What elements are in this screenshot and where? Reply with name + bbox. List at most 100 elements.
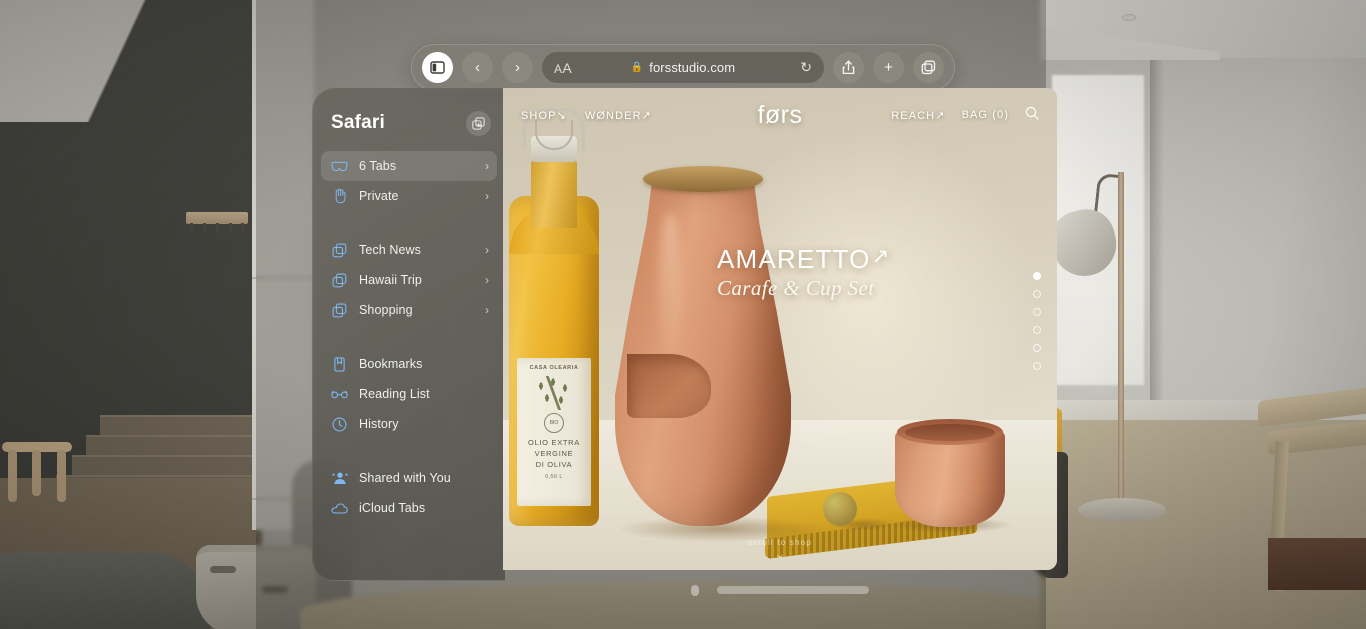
ceiling-downlight	[1122, 14, 1136, 21]
lock-icon: 🔒	[630, 62, 644, 73]
sidebar-item-label: Shopping	[359, 303, 413, 317]
hero-subtitle: Carafe & Cup Set	[717, 276, 875, 300]
wooden-chair	[1258, 385, 1366, 629]
new-tab-group-icon	[472, 116, 485, 130]
forward-chevron-icon: ›	[515, 59, 520, 76]
pagination-dot[interactable]	[1033, 272, 1041, 280]
chevron-right-icon: ›	[485, 243, 489, 257]
nav-link-wonder[interactable]: WØNDER↗	[585, 109, 652, 122]
arrow-down-right-icon: ↘	[556, 109, 567, 122]
pagination-dot[interactable]	[1033, 290, 1041, 298]
hero-title[interactable]: AMARETTO ↗	[717, 244, 890, 275]
chevron-right-icon: ›	[485, 189, 489, 203]
sidebar-header: Safari	[313, 105, 505, 141]
label-line-2: VERGINE	[534, 449, 574, 458]
sidebar-item-hawaii-trip[interactable]: Hawaii Trip ›	[321, 265, 497, 295]
hand-raised-icon	[331, 188, 348, 205]
sidebar-icon	[430, 61, 445, 74]
back-chevron-icon: ‹	[475, 59, 480, 76]
share-button[interactable]	[833, 52, 864, 83]
square-stack-icon	[331, 302, 348, 319]
product-photo: CASA OLEARIA BIO OLIO EXTRA VERGINE DI O…	[503, 88, 1057, 570]
wooden-stool	[2, 442, 72, 504]
web-page-content: CASA OLEARIA BIO OLIO EXTRA VERGINE DI O…	[503, 88, 1057, 570]
sidebar-item-history[interactable]: History	[321, 409, 497, 439]
sidebar-item-tabs[interactable]: 6 Tabs ›	[321, 151, 497, 181]
sidebar-item-shopping[interactable]: Shopping ›	[321, 295, 497, 325]
sidebar-item-label: 6 Tabs	[359, 159, 397, 173]
new-tab-group-button[interactable]	[466, 110, 491, 136]
pagination-dot[interactable]	[1033, 362, 1041, 370]
terracotta-carafe	[615, 166, 825, 542]
sidebar-item-label: Tech News	[359, 243, 422, 257]
address-bar[interactable]: AA 🔒 forsstudio.com ↻	[542, 52, 824, 83]
screen: ‹ › AA 🔒 forsstudio.com ↻ + Safari 6 Tab…	[0, 0, 1366, 629]
url-text: forsstudio.com	[649, 60, 736, 75]
floor-lamp-base	[1078, 498, 1166, 522]
sidebar-item-label: Private	[359, 189, 399, 203]
chevron-right-icon: ›	[485, 159, 489, 173]
tabs-oval-icon	[331, 158, 348, 175]
search-icon[interactable]	[1025, 106, 1039, 124]
sidebar-item-label: Shared with You	[359, 471, 451, 485]
tab-overview-button[interactable]	[913, 52, 944, 83]
sidebar-item-shared-with-you[interactable]: Shared with You	[321, 463, 497, 493]
pagination-dot[interactable]	[1033, 308, 1041, 316]
site-navigation: SHOP↘ WØNDER↗ førs REACH↗ BAG (0)	[503, 88, 1057, 142]
sidebar-item-icloud-tabs[interactable]: iCloud Tabs	[321, 493, 497, 523]
floor-lamp-pole	[1118, 172, 1124, 510]
url-display: 🔒 forsstudio.com	[542, 60, 824, 75]
sidebar-item-private[interactable]: Private ›	[321, 181, 497, 211]
sidebar-divider-1	[313, 211, 505, 235]
pagination-dot[interactable]	[1033, 344, 1041, 352]
chevron-down-icon: ⌄	[774, 546, 786, 561]
olive-branch-icon	[531, 376, 577, 410]
hero-title-text: AMARETTO	[717, 244, 871, 274]
sidebar-item-label: Hawaii Trip	[359, 273, 422, 287]
dark-floor-object	[1268, 538, 1366, 590]
sidebar-list: 6 Tabs › Private › Tech News › Hawaii Tr…	[313, 151, 505, 523]
sidebar-item-bookmarks[interactable]: Bookmarks	[321, 349, 497, 379]
forward-button[interactable]: ›	[502, 52, 533, 83]
sidebar-divider-2	[313, 325, 505, 349]
sidebar-item-tech-news[interactable]: Tech News ›	[321, 235, 497, 265]
label-line-1: OLIO EXTRA	[527, 438, 580, 447]
left-ceiling	[0, 0, 262, 122]
terracotta-cup	[889, 419, 1013, 533]
pagination-dot[interactable]	[1033, 326, 1041, 334]
chevron-right-icon: ›	[485, 273, 489, 287]
window-close-handle[interactable]	[691, 584, 699, 596]
arrow-up-right-icon: ↗	[871, 245, 891, 268]
clock-icon	[331, 416, 348, 433]
carousel-pagination	[1033, 272, 1041, 370]
olive-oil-bottle: CASA OLEARIA BIO OLIO EXTRA VERGINE DI O…	[509, 106, 599, 526]
sidebar-item-label: iCloud Tabs	[359, 501, 426, 515]
coat-rack	[186, 212, 248, 231]
arrow-up-right-icon: ↗	[935, 109, 946, 122]
chevron-right-icon: ›	[485, 303, 489, 317]
reload-icon[interactable]: ↻	[800, 59, 812, 76]
nav-link-bag[interactable]: BAG (0)	[962, 109, 1009, 121]
nav-link-reach[interactable]: REACH↗	[891, 109, 945, 122]
wall-corner-shadow	[1150, 40, 1164, 440]
sidebar-title: Safari	[331, 112, 386, 133]
person-icon	[331, 470, 348, 487]
nav-left-group: SHOP↘ WØNDER↗	[521, 109, 652, 122]
small-fruit	[823, 492, 857, 526]
scroll-hint[interactable]: scroll to shop ⌄	[503, 538, 1057, 562]
new-tab-button[interactable]: +	[873, 52, 904, 83]
back-button[interactable]: ‹	[462, 52, 493, 83]
nav-link-shop[interactable]: SHOP↘	[521, 109, 567, 122]
sidebar-item-label: Reading List	[359, 387, 430, 401]
bottle-label: CASA OLEARIA BIO OLIO EXTRA VERGINE DI O…	[517, 358, 591, 506]
label-seal: BIO	[544, 413, 564, 433]
sidebar-item-reading-list[interactable]: Reading List	[321, 379, 497, 409]
label-volume: 0,50 L	[545, 474, 563, 480]
plus-icon: +	[884, 59, 893, 76]
window-resize-bar[interactable]	[717, 586, 869, 594]
text-size-button[interactable]: AA	[554, 60, 572, 76]
book-icon	[331, 356, 348, 373]
sidebar-toggle-button[interactable]	[422, 52, 453, 83]
nav-right-group: REACH↗ BAG (0)	[891, 106, 1039, 124]
arrow-up-right-icon: ↗	[641, 109, 652, 122]
